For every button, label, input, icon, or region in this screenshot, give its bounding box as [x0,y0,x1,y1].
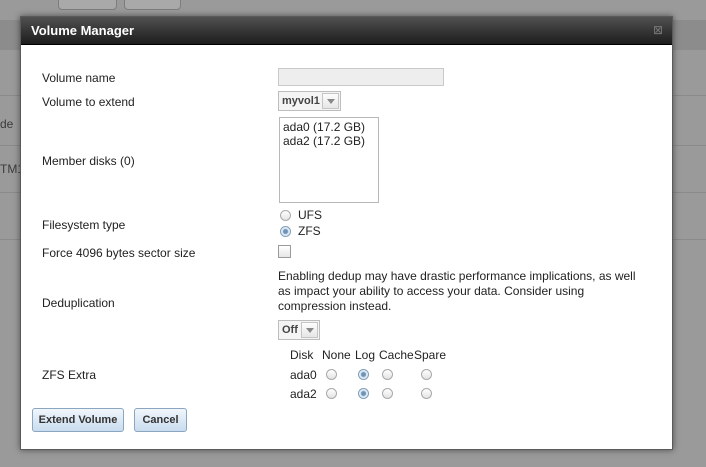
filesystem-ufs-label: UFS [298,208,322,222]
force-4096-checkbox[interactable] [278,245,291,258]
zfs-extra-header-none: None [322,348,351,362]
ada2-none-radio[interactable] [326,388,337,399]
ada0-log-radio[interactable] [358,369,369,380]
chevron-down-icon[interactable] [322,93,339,109]
background-button [124,0,181,10]
deduplication-value: Off [282,324,298,336]
extend-volume-button[interactable]: Extend Volume [32,408,124,432]
member-disk-option[interactable]: ada0 (17.2 GB) [283,120,365,134]
filesystem-zfs-label: ZFS [298,224,321,238]
volume-to-extend-value: myvol1 [282,95,320,107]
filesystem-zfs-radio[interactable] [280,226,291,237]
ada2-cache-radio[interactable] [382,388,393,399]
zfs-extra-header-log: Log [355,348,376,362]
dialog-titlebar[interactable]: Volume Manager ⊠ [21,17,672,45]
zfs-extra-disk-name: ada2 [290,387,317,401]
ada0-cache-radio[interactable] [382,369,393,380]
ada0-none-radio[interactable] [326,369,337,380]
filesystem-type-label: Filesystem type [42,218,126,232]
ada2-spare-radio[interactable] [421,388,432,399]
filesystem-ufs-radio[interactable] [280,210,291,221]
ada0-spare-radio[interactable] [421,369,432,380]
volume-manager-dialog: Volume Manager ⊠ Volume name Volume to e… [20,16,673,450]
background-row-text: de [0,117,14,131]
cancel-button[interactable]: Cancel [134,408,187,432]
close-icon[interactable]: ⊠ [653,23,663,37]
dialog-title: Volume Manager [31,23,135,38]
volume-to-extend-select[interactable]: myvol1 [278,91,341,111]
zfs-extra-disk-name: ada0 [290,368,317,382]
chevron-down-icon[interactable] [301,322,318,338]
zfs-extra-header-cache: Cache [379,348,414,362]
member-disks-label: Member disks (0) [42,154,135,168]
force-4096-label: Force 4096 bytes sector size [42,246,196,260]
deduplication-label: Deduplication [42,296,115,310]
member-disk-option[interactable]: ada2 (17.2 GB) [283,134,365,148]
ada2-log-radio[interactable] [358,388,369,399]
zfs-extra-label: ZFS Extra [42,368,97,382]
volume-name-label: Volume name [42,71,116,85]
background-button [58,0,117,10]
member-disks-listbox[interactable]: ada0 (17.2 GB) ada2 (17.2 GB) [279,117,379,203]
zfs-extra-header-disk: Disk [290,348,314,362]
dedup-notice: Enabling dedup may have drastic performa… [278,269,636,313]
zfs-extra-header-spare: Spare [414,348,447,362]
volume-name-input[interactable] [278,68,444,86]
deduplication-select[interactable]: Off [278,320,320,340]
volume-to-extend-label: Volume to extend [42,95,135,109]
